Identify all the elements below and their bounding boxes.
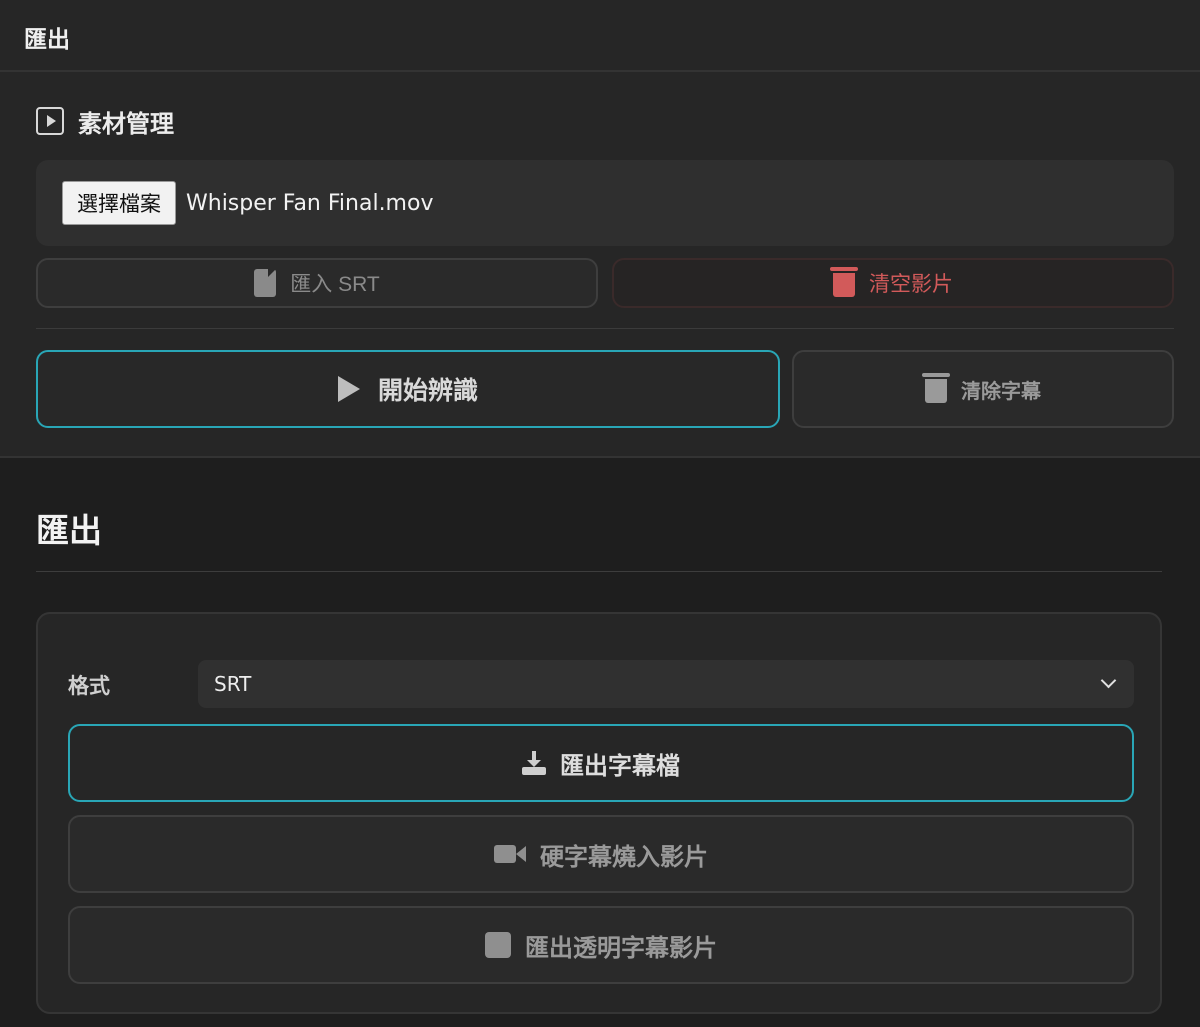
import-srt-label: 匯入 SRT <box>290 273 380 296</box>
export-transparent-subtitle-video-label: 匯出透明字幕影片 <box>525 934 717 962</box>
clear-subtitles-button[interactable]: 清除字幕 <box>792 350 1174 428</box>
start-recognition-label: 開始辨識 <box>377 377 478 405</box>
start-recognition-button[interactable]: 開始辨識 <box>36 350 780 428</box>
export-subtitle-file-label: 匯出字幕檔 <box>560 752 680 780</box>
square-icon <box>485 932 511 958</box>
asset-section-title: 素材管理 <box>78 109 174 138</box>
burn-in-subtitles-button[interactable]: 硬字幕燒入影片 <box>68 815 1134 893</box>
format-select[interactable]: SRT <box>198 660 1134 708</box>
divider <box>36 328 1174 329</box>
divider <box>36 571 1162 572</box>
play-icon <box>337 376 360 402</box>
trash-icon <box>830 267 858 297</box>
chevron-down-icon <box>1100 672 1117 689</box>
export-subtitle-file-button[interactable]: 匯出字幕檔 <box>68 724 1134 802</box>
asset-management-panel: 素材管理 選擇檔案 Whisper Fan Final.mov 匯入 SRT 清… <box>0 72 1200 458</box>
download-icon <box>522 751 546 775</box>
clear-subtitles-label: 清除字幕 <box>961 380 1041 403</box>
clear-video-button[interactable]: 清空影片 <box>612 258 1174 308</box>
play-square-icon <box>36 107 64 135</box>
burn-in-subtitles-label: 硬字幕燒入影片 <box>540 843 708 871</box>
export-section-title: 匯出 <box>36 511 102 550</box>
selected-file-name: Whisper Fan Final.mov <box>186 190 434 216</box>
format-select-value: SRT <box>214 672 252 696</box>
video-camera-icon <box>494 845 526 863</box>
asset-section-header: 素材管理 <box>36 106 174 138</box>
import-srt-button[interactable]: 匯入 SRT <box>36 258 598 308</box>
format-label: 格式 <box>68 674 110 698</box>
top-bar-title: 匯出 <box>24 27 70 53</box>
document-icon <box>254 269 277 297</box>
file-picker-row: 選擇檔案 Whisper Fan Final.mov <box>36 160 1174 246</box>
export-card: 格式 SRT 匯出字幕檔 硬字幕燒入影片 匯出透明字幕影片 <box>36 612 1162 1014</box>
top-bar: 匯出 <box>0 0 1200 72</box>
export-transparent-subtitle-video-button[interactable]: 匯出透明字幕影片 <box>68 906 1134 984</box>
choose-file-button[interactable]: 選擇檔案 <box>62 181 176 225</box>
trash-icon <box>922 373 950 403</box>
clear-video-label: 清空影片 <box>869 273 953 296</box>
